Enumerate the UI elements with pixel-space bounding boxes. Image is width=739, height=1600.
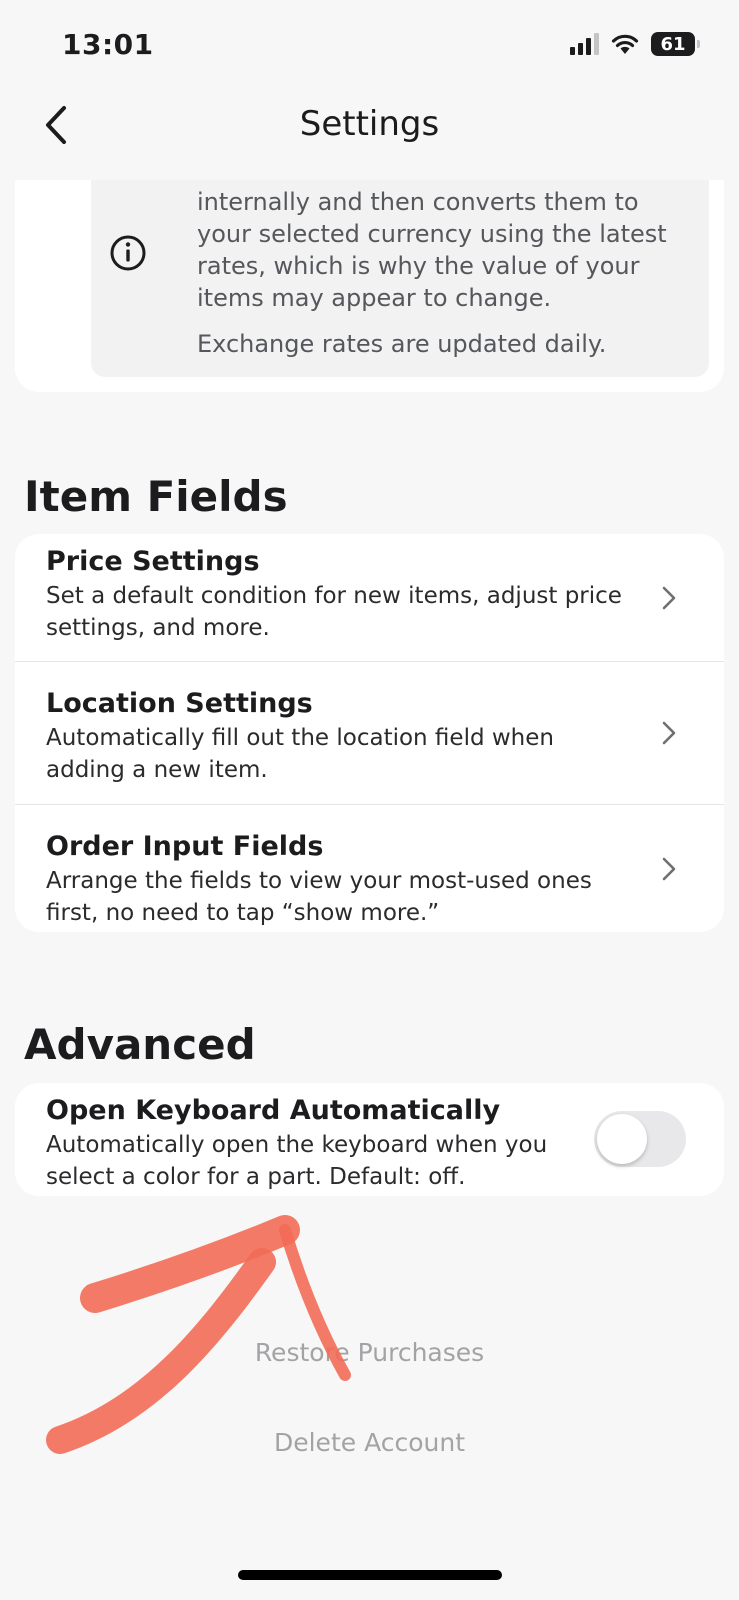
item-fields-card: Price Settings Set a default condition f… xyxy=(15,534,724,932)
item-fields-heading: Item Fields xyxy=(24,472,288,521)
currency-info-box: internally and then converts them to you… xyxy=(91,180,709,377)
open-keyboard-title: Open Keyboard Automatically xyxy=(46,1095,501,1126)
settings-screen: 13:01 61 Settings internally and then co… xyxy=(0,0,739,1600)
advanced-heading: Advanced xyxy=(24,1020,256,1069)
order-input-fields-title: Order Input Fields xyxy=(46,831,324,862)
location-settings-title: Location Settings xyxy=(46,688,313,719)
price-settings-row[interactable]: Price Settings Set a default condition f… xyxy=(15,534,724,661)
location-settings-row[interactable]: Location Settings Automatically fill out… xyxy=(15,661,724,804)
order-input-fields-description: Arrange the fields to view your most-use… xyxy=(46,868,592,926)
status-time: 13:01 xyxy=(62,28,154,61)
restore-purchases-link[interactable]: Restore Purchases xyxy=(0,1338,739,1367)
delete-account-link[interactable]: Delete Account xyxy=(0,1428,739,1457)
wifi-icon xyxy=(611,34,639,54)
battery-icon: 61 xyxy=(651,32,700,56)
open-keyboard-toggle[interactable] xyxy=(594,1111,686,1167)
exchange-rate-note: Exchange rates are updated daily. xyxy=(197,330,607,358)
chevron-right-icon xyxy=(662,586,676,609)
advanced-card: Open Keyboard Automatically Automaticall… xyxy=(15,1083,724,1196)
location-settings-description: Automatically fill out the location fiel… xyxy=(46,725,554,783)
price-settings-title: Price Settings xyxy=(46,546,260,577)
status-icons: 61 xyxy=(570,32,700,56)
cellular-signal-icon xyxy=(570,33,599,55)
currency-card: internally and then converts them to you… xyxy=(15,180,724,392)
open-keyboard-description: Automatically open the keyboard when you… xyxy=(46,1132,548,1190)
currency-info-text: internally and then converts them to you… xyxy=(197,186,697,360)
toggle-knob xyxy=(597,1114,647,1164)
battery-level: 61 xyxy=(660,33,686,55)
chevron-right-icon xyxy=(662,857,676,880)
info-icon xyxy=(110,235,146,271)
order-input-fields-row[interactable]: Order Input Fields Arrange the fields to… xyxy=(15,804,724,932)
home-indicator xyxy=(238,1570,502,1580)
currency-info-body: internally and then converts them to you… xyxy=(197,188,667,312)
price-settings-description: Set a default condition for new items, a… xyxy=(46,583,622,641)
chevron-right-icon xyxy=(662,721,676,745)
page-title: Settings xyxy=(299,104,440,144)
